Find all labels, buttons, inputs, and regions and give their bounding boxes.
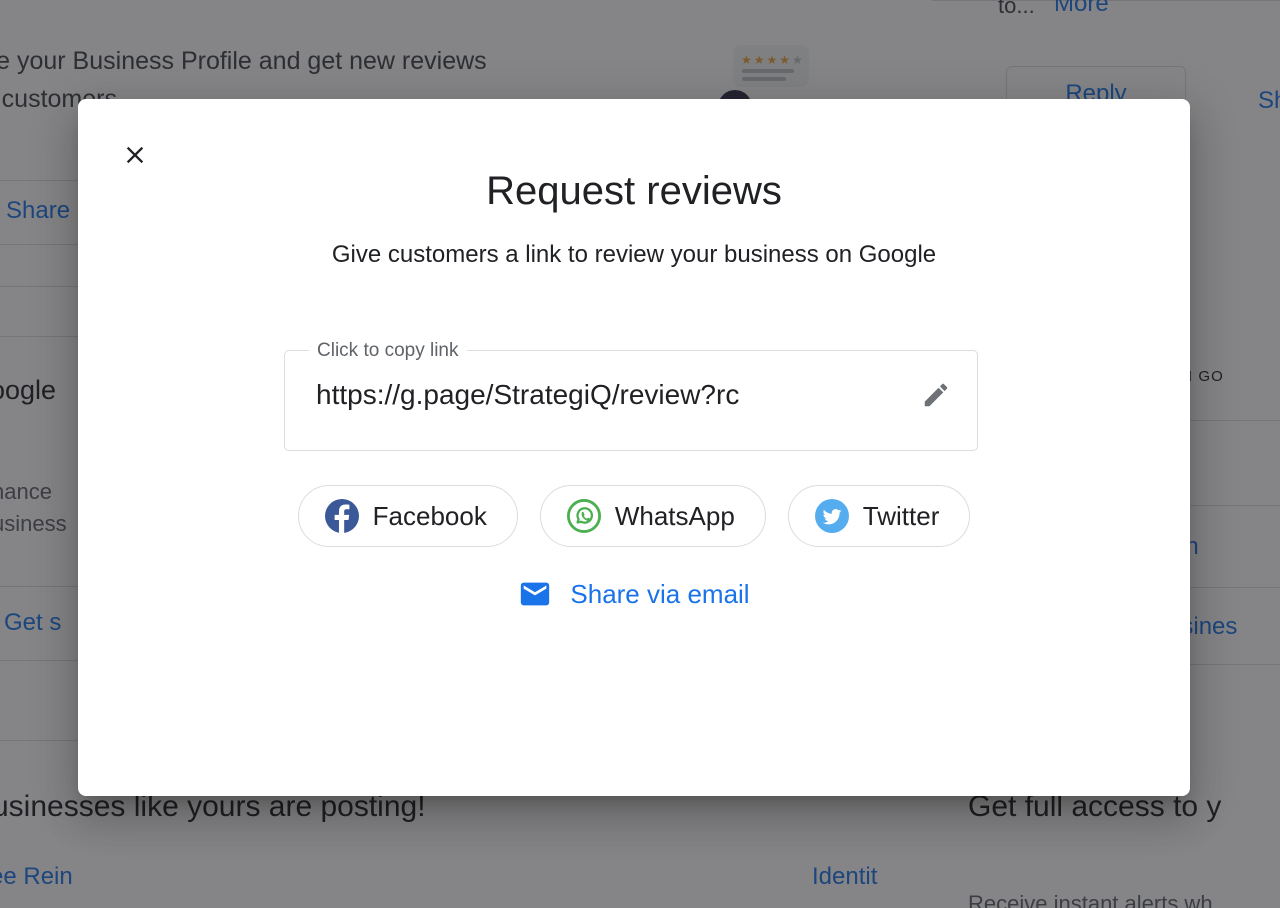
envelope-icon [521, 582, 550, 606]
copy-link-field[interactable]: Click to copy link [284, 341, 978, 451]
facebook-icon [324, 499, 359, 533]
share-facebook-button[interactable]: Facebook [297, 485, 518, 547]
dialog-title: Request reviews [486, 169, 782, 213]
share-via-email-button[interactable]: Share via email [518, 577, 750, 611]
twitter-icon [814, 499, 849, 533]
pencil-icon[interactable] [914, 373, 958, 417]
share-twitter-button[interactable]: Twitter [787, 485, 971, 547]
dialog-subtitle: Give customers a link to review your bus… [331, 241, 937, 268]
share-twitter-label: Twitter [862, 500, 940, 531]
share-whatsapp-button[interactable]: WhatsApp [539, 485, 766, 547]
share-via-email-label: Share via email [570, 578, 750, 609]
share-email-row: Share via email [78, 577, 1190, 611]
review-link-input[interactable] [316, 379, 888, 411]
share-facebook-label: Facebook [372, 500, 487, 531]
whatsapp-icon [566, 499, 601, 533]
share-buttons-row: Facebook WhatsApp Twitter [78, 485, 1190, 547]
copy-link-label: Click to copy link [317, 340, 459, 361]
request-reviews-dialog: Request reviews Give customers a link to… [78, 99, 1190, 796]
share-whatsapp-label: WhatsApp [614, 500, 735, 531]
